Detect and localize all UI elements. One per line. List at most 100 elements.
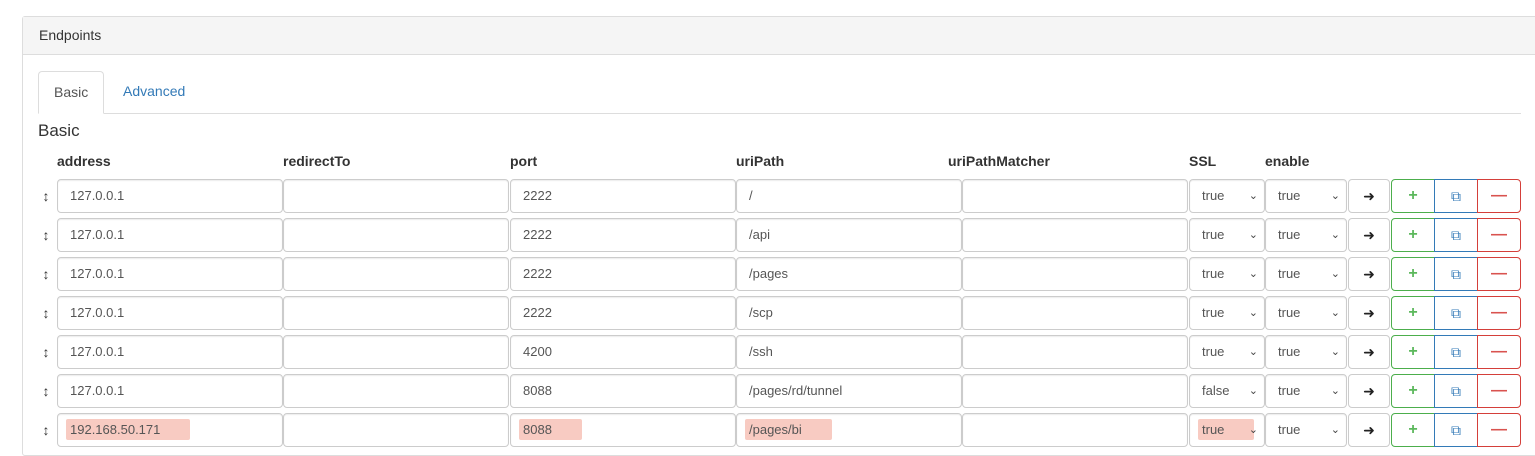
copy-row-button[interactable]: ⧉ xyxy=(1434,374,1478,408)
address-input[interactable]: 127.0.0.1 xyxy=(57,335,283,369)
copy-row-button[interactable]: ⧉ xyxy=(1434,296,1478,330)
port-input[interactable]: 4200 xyxy=(510,335,736,369)
add-row-button[interactable]: + xyxy=(1391,179,1435,213)
copy-row-button[interactable]: ⧉ xyxy=(1434,413,1478,447)
uripath-input[interactable]: /pages xyxy=(736,257,962,291)
enable-select[interactable]: true ⌄ xyxy=(1265,413,1347,447)
drag-handle-icon[interactable]: ↕ xyxy=(41,302,51,324)
sign-in-button[interactable]: ➜ xyxy=(1348,374,1390,408)
uripath-input[interactable]: /api xyxy=(736,218,962,252)
enable-select[interactable]: true ⌄ xyxy=(1265,218,1347,252)
ssl-select[interactable]: true ⌄ xyxy=(1189,257,1265,291)
redirectto-input[interactable] xyxy=(283,218,509,252)
drag-handle-icon[interactable]: ↕ xyxy=(41,380,51,402)
uripathmatcher-input[interactable] xyxy=(962,335,1188,369)
tab-basic[interactable]: Basic xyxy=(38,71,104,114)
address-input[interactable]: 192.168.50.171 xyxy=(57,413,283,447)
uripath-value: /api xyxy=(749,227,770,242)
enable-select[interactable]: true ⌄ xyxy=(1265,179,1347,213)
uripathmatcher-input[interactable] xyxy=(962,218,1188,252)
address-input[interactable]: 127.0.0.1 xyxy=(57,179,283,213)
uripathmatcher-input[interactable] xyxy=(962,296,1188,330)
drag-handle-icon[interactable]: ↕ xyxy=(41,341,51,363)
copy-row-button[interactable]: ⧉ xyxy=(1434,179,1478,213)
remove-row-button[interactable]: — xyxy=(1477,179,1521,213)
uripath-input[interactable]: / xyxy=(736,179,962,213)
column-header-uripathmatcher: uriPathMatcher xyxy=(948,153,1050,169)
sign-in-button[interactable]: ➜ xyxy=(1348,335,1390,369)
address-input[interactable]: 127.0.0.1 xyxy=(57,296,283,330)
enable-select[interactable]: true ⌄ xyxy=(1265,335,1347,369)
uripathmatcher-input[interactable] xyxy=(962,374,1188,408)
port-input[interactable]: 8088 xyxy=(510,374,736,408)
plus-icon: + xyxy=(1408,265,1418,282)
redirectto-input[interactable] xyxy=(283,179,509,213)
redirectto-input[interactable] xyxy=(283,335,509,369)
ssl-select[interactable]: false ⌄ xyxy=(1189,374,1265,408)
remove-row-button[interactable]: — xyxy=(1477,296,1521,330)
address-input[interactable]: 127.0.0.1 xyxy=(57,218,283,252)
ssl-select[interactable]: true ⌄ xyxy=(1189,179,1265,213)
enable-value: true xyxy=(1278,188,1301,203)
tab-advanced[interactable]: Advanced xyxy=(108,71,200,113)
minus-icon: — xyxy=(1491,343,1507,360)
redirectto-input[interactable] xyxy=(283,413,509,447)
remove-row-button[interactable]: — xyxy=(1477,335,1521,369)
enable-select[interactable]: true ⌄ xyxy=(1265,374,1347,408)
uripath-input[interactable]: /ssh xyxy=(736,335,962,369)
sign-in-button[interactable]: ➜ xyxy=(1348,413,1390,447)
port-input[interactable]: 2222 xyxy=(510,296,736,330)
remove-row-button[interactable]: — xyxy=(1477,257,1521,291)
chevron-down-icon: ⌄ xyxy=(1330,190,1340,202)
uripathmatcher-input[interactable] xyxy=(962,179,1188,213)
minus-icon: — xyxy=(1491,382,1507,399)
copy-row-button[interactable]: ⧉ xyxy=(1434,335,1478,369)
sign-in-button[interactable]: ➜ xyxy=(1348,257,1390,291)
add-row-button[interactable]: + xyxy=(1391,218,1435,252)
table-row: ↕ 127.0.0.1 8088 /pages/rd/tunnel false ⌄… xyxy=(23,374,1535,408)
uripath-input[interactable]: /scp xyxy=(736,296,962,330)
address-input[interactable]: 127.0.0.1 xyxy=(57,374,283,408)
port-input[interactable]: 2222 xyxy=(510,218,736,252)
copy-row-button[interactable]: ⧉ xyxy=(1434,218,1478,252)
remove-row-button[interactable]: — xyxy=(1477,374,1521,408)
port-input[interactable]: 2222 xyxy=(510,257,736,291)
redirectto-input[interactable] xyxy=(283,257,509,291)
uripathmatcher-input[interactable] xyxy=(962,413,1188,447)
uripath-value: /pages/rd/tunnel xyxy=(749,383,843,398)
drag-handle-icon[interactable]: ↕ xyxy=(41,263,51,285)
uripathmatcher-input[interactable] xyxy=(962,257,1188,291)
redirectto-input[interactable] xyxy=(283,374,509,408)
add-row-button[interactable]: + xyxy=(1391,374,1435,408)
sign-in-icon: ➜ xyxy=(1363,383,1375,399)
drag-handle-icon[interactable]: ↕ xyxy=(41,185,51,207)
port-input[interactable]: 2222 xyxy=(510,179,736,213)
ssl-select[interactable]: true ⌄ xyxy=(1189,296,1265,330)
enable-value: true xyxy=(1278,422,1301,437)
drag-handle-icon[interactable]: ↕ xyxy=(41,419,51,441)
port-input[interactable]: 8088 xyxy=(510,413,736,447)
add-row-button[interactable]: + xyxy=(1391,413,1435,447)
chevron-down-icon: ⌄ xyxy=(1330,385,1340,397)
enable-select[interactable]: true ⌄ xyxy=(1265,296,1347,330)
add-row-button[interactable]: + xyxy=(1391,296,1435,330)
ssl-select[interactable]: true ⌄ xyxy=(1189,413,1265,447)
table-row: ↕ 192.168.50.171 8088 /pages/bi true ⌄ tr… xyxy=(23,413,1535,447)
copy-row-button[interactable]: ⧉ xyxy=(1434,257,1478,291)
sign-in-button[interactable]: ➜ xyxy=(1348,296,1390,330)
drag-handle-icon[interactable]: ↕ xyxy=(41,224,51,246)
uripath-input[interactable]: /pages/bi xyxy=(736,413,962,447)
add-row-button[interactable]: + xyxy=(1391,335,1435,369)
ssl-select[interactable]: true ⌄ xyxy=(1189,218,1265,252)
address-input[interactable]: 127.0.0.1 xyxy=(57,257,283,291)
ssl-select[interactable]: true ⌄ xyxy=(1189,335,1265,369)
sign-in-button[interactable]: ➜ xyxy=(1348,179,1390,213)
uripath-input[interactable]: /pages/rd/tunnel xyxy=(736,374,962,408)
redirectto-input[interactable] xyxy=(283,296,509,330)
remove-row-button[interactable]: — xyxy=(1477,218,1521,252)
column-header-ssl: SSL xyxy=(1189,153,1217,169)
add-row-button[interactable]: + xyxy=(1391,257,1435,291)
remove-row-button[interactable]: — xyxy=(1477,413,1521,447)
enable-select[interactable]: true ⌄ xyxy=(1265,257,1347,291)
sign-in-button[interactable]: ➜ xyxy=(1348,218,1390,252)
